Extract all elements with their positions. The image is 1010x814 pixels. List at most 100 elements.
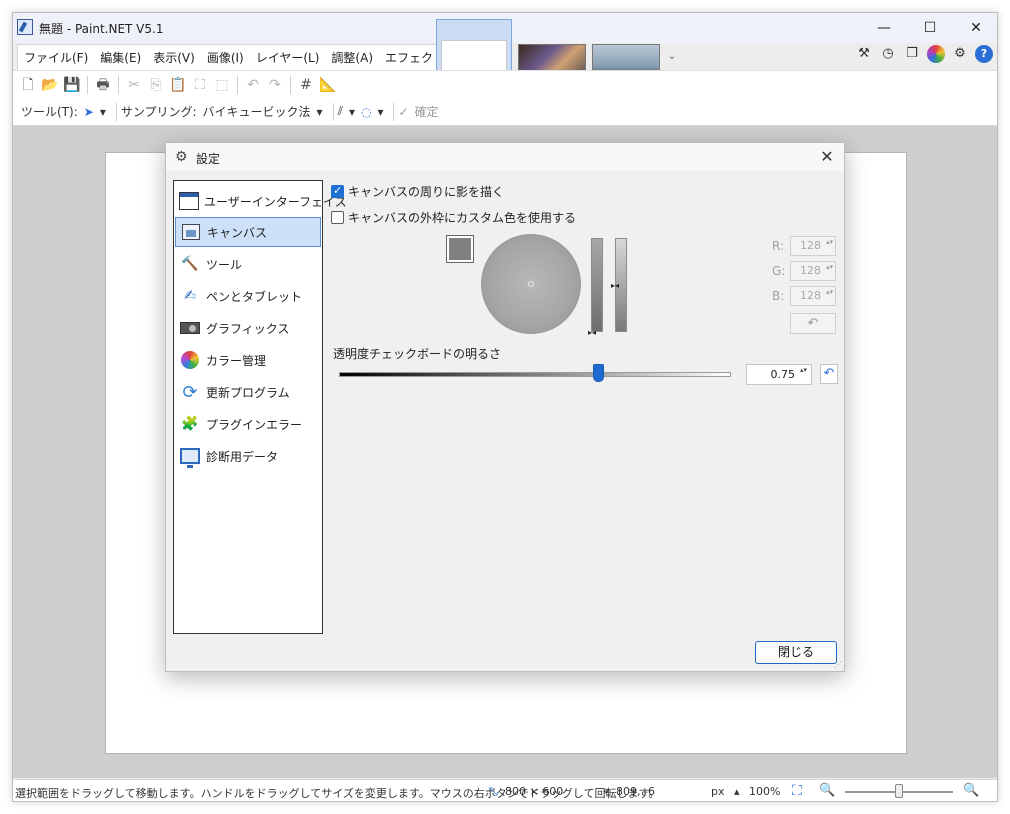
tools-panel-icon[interactable]: ⚒ <box>855 45 873 63</box>
blue-spin-icon[interactable]: ▴▾ <box>826 288 833 296</box>
nav-label: 更新プログラム <box>206 385 290 400</box>
checkerboard-brightness-spin-icon[interactable]: ▴▾ <box>800 366 807 374</box>
red-spin-icon[interactable]: ▴▾ <box>826 238 833 246</box>
checkerboard-brightness-thumb[interactable] <box>592 364 604 382</box>
paste-icon[interactable]: 📋 <box>167 74 189 96</box>
shadow-option[interactable]: キャンバスの周りに影を描く <box>331 182 504 200</box>
color-wheel-marker[interactable] <box>528 281 534 287</box>
menu-layers[interactable]: レイヤー(L) <box>250 45 326 70</box>
menu-bar: ファイル(F) 編集(E) 表示(V) 画像(I) レイヤー(L) 調整(A) … <box>17 44 470 70</box>
blend-dropdown-icon[interactable]: ▾ <box>377 105 383 119</box>
sampling-select[interactable]: バイキュービック法 <box>203 103 311 120</box>
window-title: 無題 - Paint.NET V5.1 <box>39 22 164 36</box>
nav-item-tools[interactable]: 🔨 ツール <box>175 249 321 279</box>
blend-mode-icon[interactable]: ◌ <box>361 105 371 119</box>
close-window-button[interactable]: ✕ <box>953 13 997 43</box>
maximize-button[interactable]: ☐ <box>907 13 953 43</box>
blue-input[interactable]: 128 ▴▾ <box>790 286 836 306</box>
checkerboard-brightness-track[interactable] <box>339 372 731 377</box>
antialiasing-icon[interactable]: ⫽ <box>338 104 343 119</box>
color-wheel[interactable] <box>481 234 581 334</box>
green-input[interactable]: 128 ▴▾ <box>790 261 836 281</box>
history-panel-icon[interactable]: ◷ <box>879 45 897 63</box>
close-button[interactable]: 閉じる <box>755 641 837 664</box>
crop-to-selection-icon[interactable]: ⛶ <box>189 74 211 96</box>
dialog-close-icon[interactable]: ✕ <box>816 146 838 168</box>
cursor-position: 809, -6 <box>616 785 655 798</box>
zoom-out-icon[interactable]: 🔍 <box>819 783 835 798</box>
zoom-to-window-icon[interactable]: ⛶ <box>792 783 802 799</box>
unit-dropdown-icon[interactable]: ▴ <box>734 785 740 798</box>
open-file-icon[interactable]: 📂 <box>39 74 61 96</box>
zoom-in-icon[interactable]: 🔍 <box>963 783 979 798</box>
new-file-icon[interactable]: 🗋 <box>17 74 39 96</box>
color-wheel-icon <box>179 349 201 371</box>
print-icon[interactable]: 🖶 <box>92 74 114 96</box>
nav-item-canvas[interactable]: キャンバス <box>175 217 321 247</box>
deselect-icon[interactable]: ⬚ <box>211 74 233 96</box>
menu-edit[interactable]: 編集(E) <box>94 45 147 70</box>
nav-item-plugin-errors[interactable]: 🧩 プラグインエラー <box>175 409 321 439</box>
value-bar-marker-icon[interactable]: ▸◂ <box>588 329 596 337</box>
cut-icon[interactable]: ✂ <box>123 74 145 96</box>
save-file-icon[interactable]: 💾 <box>61 74 83 96</box>
grid-icon[interactable]: # <box>295 74 317 96</box>
color-reset-button[interactable]: ↶ <box>790 313 836 334</box>
nav-item-updates[interactable]: ⟳ 更新プログラム <box>175 377 321 407</box>
move-selection-tool-icon[interactable]: ➤ <box>84 105 94 119</box>
value-bar[interactable] <box>591 238 603 332</box>
green-row: G: 128 ▴▾ <box>772 261 836 281</box>
colors-panel-icon[interactable] <box>927 45 945 63</box>
copy-icon[interactable]: ⎘ <box>145 74 167 96</box>
help-icon[interactable]: ? <box>975 45 993 63</box>
panel-toggles: ⚒ ◷ ❐ ⚙ ? <box>855 45 993 63</box>
commit-icon[interactable]: ✓ <box>398 105 408 119</box>
custom-color-checkbox[interactable] <box>331 210 344 224</box>
status-bar: 選択範囲をドラッグして移動します。ハンドルをドラッグしてサイズを変更します。マウ… <box>13 779 997 801</box>
undo-icon[interactable]: ↶ <box>242 74 264 96</box>
menu-file[interactable]: ファイル(F) <box>18 45 94 70</box>
puzzle-icon: 🧩 <box>181 416 199 432</box>
layers-panel-icon[interactable]: ❐ <box>903 45 921 63</box>
tool-dropdown-icon[interactable]: ▾ <box>100 105 106 119</box>
nav-label: ユーザーインターフェイス <box>204 194 347 209</box>
alpha-bar-marker-icon[interactable]: ▸◂ <box>611 282 619 290</box>
more-documents-icon[interactable]: ⌄ <box>666 51 678 71</box>
resize-grip-icon[interactable]: ⋰ <box>834 660 842 669</box>
separator <box>290 75 291 94</box>
commit-button[interactable]: 確定 <box>415 103 439 120</box>
nav-item-color-management[interactable]: カラー管理 <box>175 345 321 375</box>
nav-item-diagnostics[interactable]: 診断用データ <box>175 441 321 471</box>
zoom-level[interactable]: 100% <box>749 785 780 798</box>
shadow-checkbox[interactable] <box>331 184 344 198</box>
nav-label: 診断用データ <box>206 449 279 464</box>
blue-label: B: <box>772 289 785 303</box>
nav-label: ペンとタブレット <box>206 289 303 304</box>
sampling-dropdown-icon[interactable]: ▾ <box>317 105 323 119</box>
nav-item-graphics[interactable]: グラフィックス <box>175 313 321 343</box>
nav-label: プラグインエラー <box>206 417 303 432</box>
blue-row: B: 128 ▴▾ <box>772 286 836 306</box>
settings-icon[interactable]: ⚙ <box>951 45 969 63</box>
unit-select[interactable]: px <box>711 785 725 798</box>
nav-label: ツール <box>206 257 243 272</box>
nav-item-user-interface[interactable]: ユーザーインターフェイス <box>175 186 347 216</box>
menu-image[interactable]: 画像(I) <box>201 45 250 70</box>
custom-color-option[interactable]: キャンバスの外枠にカスタム色を使用する <box>331 208 576 226</box>
nav-item-pen-tablet[interactable]: ✍ ペンとタブレット <box>175 281 321 311</box>
redo-icon[interactable]: ↷ <box>264 74 286 96</box>
separator <box>118 75 119 94</box>
red-input[interactable]: 128 ▴▾ <box>790 236 836 256</box>
menu-view[interactable]: 表示(V) <box>147 45 201 70</box>
checkerboard-brightness-reset-icon[interactable]: ↶ <box>820 364 838 384</box>
main-toolbar: 🗋 📂 💾 🖶 ✂ ⎘ 📋 ⛶ ⬚ ↶ ↷ # 📐 <box>13 70 997 98</box>
zoom-slider-thumb[interactable] <box>895 784 903 798</box>
color-swatch[interactable] <box>446 235 474 263</box>
ruler-icon[interactable]: 📐 <box>317 74 339 96</box>
sampling-label: サンプリング: <box>120 105 197 119</box>
minimize-button[interactable]: — <box>861 13 907 43</box>
antialiasing-dropdown-icon[interactable]: ▾ <box>349 105 355 119</box>
green-spin-icon[interactable]: ▴▾ <box>826 263 833 271</box>
image-size: 800 × 600 <box>505 785 564 798</box>
menu-adjustments[interactable]: 調整(A) <box>325 45 379 70</box>
